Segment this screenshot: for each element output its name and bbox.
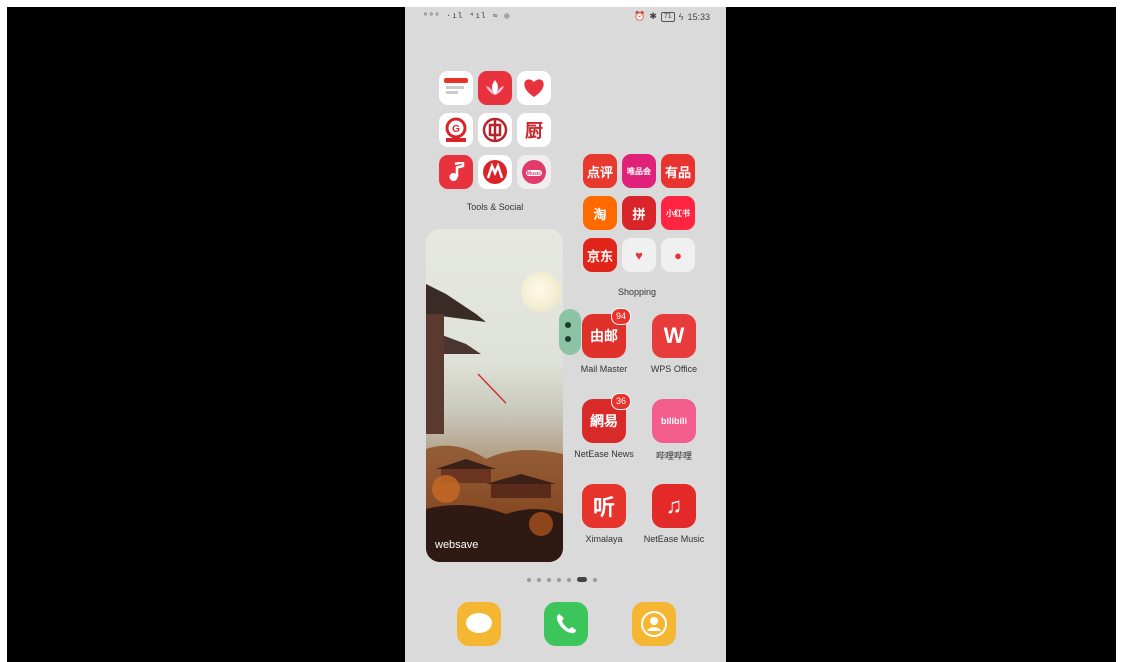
signal-indicators: ⁰⁰ᴳ ·ıl ⁴ıl ≈ ◎ xyxy=(423,11,511,20)
bluetooth-icon: ✱ xyxy=(649,11,657,21)
pagoda-image xyxy=(426,284,506,434)
app-bilibili[interactable]: bilibili 哔哩哔哩 xyxy=(634,399,714,462)
status-right: ⏰ ✱ 71 ϟ 15:33 xyxy=(634,11,710,22)
clock: 15:33 xyxy=(687,11,710,22)
battery-icon: 71 xyxy=(660,11,675,22)
folder-label-tools-social: Tools & Social xyxy=(466,202,524,212)
page-dot[interactable] xyxy=(537,577,541,582)
svg-text:G: G xyxy=(452,124,460,135)
netease-music-glyph: ♫ xyxy=(665,493,683,518)
app-label: 哔哩哔哩 xyxy=(655,451,692,461)
wps-office-glyph: W xyxy=(663,323,685,348)
netease-music-icon[interactable]: ♫ xyxy=(652,484,696,528)
heart-app-icon[interactable] xyxy=(517,71,551,105)
page-dot[interactable] xyxy=(593,577,597,582)
widget-label: websave xyxy=(435,539,479,551)
contacts-icon[interactable] xyxy=(632,602,676,646)
svg-text:Music: Music xyxy=(527,171,541,177)
moon-image xyxy=(521,272,561,312)
ximalaya-glyph: 听 xyxy=(592,495,615,520)
wps-office-icon[interactable]: W xyxy=(652,314,696,358)
page-dot[interactable] xyxy=(557,577,561,582)
pinduoduo-icon[interactable]: 拼 xyxy=(622,196,656,230)
bilibili-icon[interactable]: bilibili xyxy=(652,399,696,443)
netease-news-icon[interactable]: 網易 36 xyxy=(582,393,631,443)
jd-icon[interactable]: 京东 xyxy=(583,238,617,272)
app-wps-office[interactable]: W WPS Office xyxy=(634,314,714,374)
page-dot[interactable] xyxy=(567,577,571,582)
youpin-icon[interactable]: 有品 xyxy=(661,154,695,188)
pet-app-icon[interactable]: ● xyxy=(661,238,695,272)
heart-shop-icon[interactable]: ♥ xyxy=(622,238,656,272)
app-mail-master[interactable]: 由邮 94 Mail Master xyxy=(564,308,644,374)
app-ximalaya[interactable]: 听 Ximalaya xyxy=(564,484,644,544)
page-dot-active[interactable] xyxy=(577,577,587,582)
ximalaya-icon[interactable]: 听 xyxy=(582,484,626,528)
notification-badge: 36 xyxy=(611,393,631,410)
mail-master-icon[interactable]: 由邮 94 xyxy=(582,308,631,358)
app-label: NetEase News xyxy=(574,449,634,459)
app-label: Mail Master xyxy=(580,364,628,374)
music-player-icon[interactable]: Music xyxy=(517,155,551,189)
bank-icon[interactable]: G xyxy=(439,113,473,147)
app-netease-news[interactable]: 網易 36 NetEase News xyxy=(564,393,644,459)
page-indicator[interactable] xyxy=(527,577,597,582)
phone-screen: ⁰⁰ᴳ ·ıl ⁴ıl ≈ ◎ ⏰ ✱ 71 ϟ 15:33 G 厨 Music… xyxy=(405,7,726,662)
folder-label-shopping: Shopping xyxy=(617,287,657,297)
folder-tools-social[interactable]: G 厨 Music xyxy=(439,71,551,189)
mail-master-glyph: 由邮 xyxy=(590,328,618,344)
folder-shopping[interactable]: 点评 唯品会 有品淘拼小红书京东 ♥ ● xyxy=(583,154,695,272)
page-dot[interactable] xyxy=(527,577,531,582)
app-label: WPS Office xyxy=(650,364,698,374)
page-dot[interactable] xyxy=(547,577,551,582)
vip-shop-icon[interactable]: 唯品会 xyxy=(622,154,656,188)
dianping-icon[interactable]: 点评 xyxy=(583,154,617,188)
xiaohongshu-icon[interactable]: 小红书 xyxy=(661,196,695,230)
taobao-icon[interactable]: 淘 xyxy=(583,196,617,230)
status-bar: ⁰⁰ᴳ ·ıl ⁴ıl ≈ ◎ ⏰ ✱ 71 ϟ 15:33 xyxy=(405,7,726,27)
charging-icon: ϟ xyxy=(678,11,684,22)
netease-news-glyph: 網易 xyxy=(590,413,618,429)
alarm-icon: ⏰ xyxy=(634,11,646,21)
messages-icon[interactable] xyxy=(457,602,501,646)
kitchen-app-icon[interactable]: 厨 xyxy=(517,113,551,147)
bank-of-china-icon[interactable] xyxy=(478,113,512,147)
app-label: Ximalaya xyxy=(585,534,623,544)
metro-icon[interactable] xyxy=(478,155,512,189)
app-netease-music[interactable]: ♫ NetEase Music xyxy=(634,484,714,544)
photo-widget[interactable]: websave xyxy=(426,229,563,562)
music-note-icon[interactable] xyxy=(439,155,473,189)
bilibili-glyph: bilibili xyxy=(661,416,687,426)
app-label: NetEase Music xyxy=(643,534,705,544)
phone-icon[interactable] xyxy=(544,602,588,646)
notes-icon[interactable] xyxy=(439,71,473,105)
lotus-icon[interactable] xyxy=(478,71,512,105)
notification-badge: 94 xyxy=(611,308,631,325)
